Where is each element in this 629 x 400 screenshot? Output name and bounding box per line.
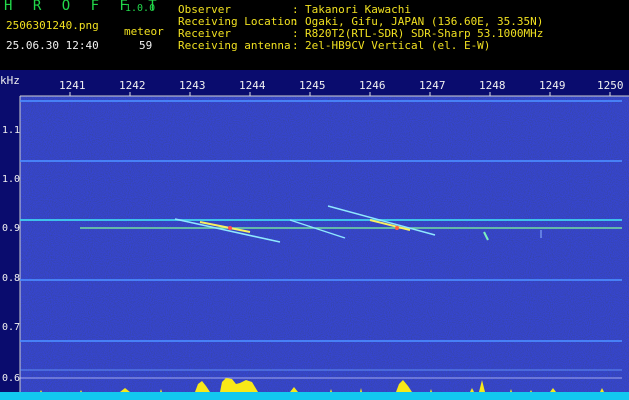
y-tick-label: 0.9 [2,223,21,234]
x-tick-label: 1249 [539,79,566,92]
x-tick-label: 1248 [479,79,506,92]
x-tick-label: 1244 [239,79,266,92]
x-tick-label: 1242 [119,79,146,92]
x-tick-label: 1243 [179,79,206,92]
x-tick-label: 1245 [299,79,326,92]
y-axis-unit: kHz [0,74,20,87]
spectrogram-waterfall [0,70,629,400]
antenna-key: Receiving antenna [178,39,291,52]
x-tick-label: 1247 [419,79,446,92]
antenna-value: 2el-HB9CV Vertical (el. E-W) [305,39,491,52]
x-tick-label: 1250 [597,79,624,92]
y-tick-label: 0.7 [2,322,21,333]
antenna-colon: : [292,39,299,52]
x-tick-label: 1241 [59,79,86,92]
x-tick-label: 1246 [359,79,386,92]
spectrogram-noise [20,96,629,396]
app-version: 1.0.0 [125,3,156,14]
timestamp: 25.06.30 12:40 [6,39,99,52]
y-tick-label: 1.0 [2,174,21,185]
y-tick-label: 0.8 [2,273,21,284]
y-tick-label: 1.1 [2,125,21,136]
meteor-label: meteor [124,25,164,38]
y-tick-label: 0.6 [2,373,21,384]
meteor-count: 59 [139,39,153,52]
file-name: 2506301240.png [6,19,99,32]
